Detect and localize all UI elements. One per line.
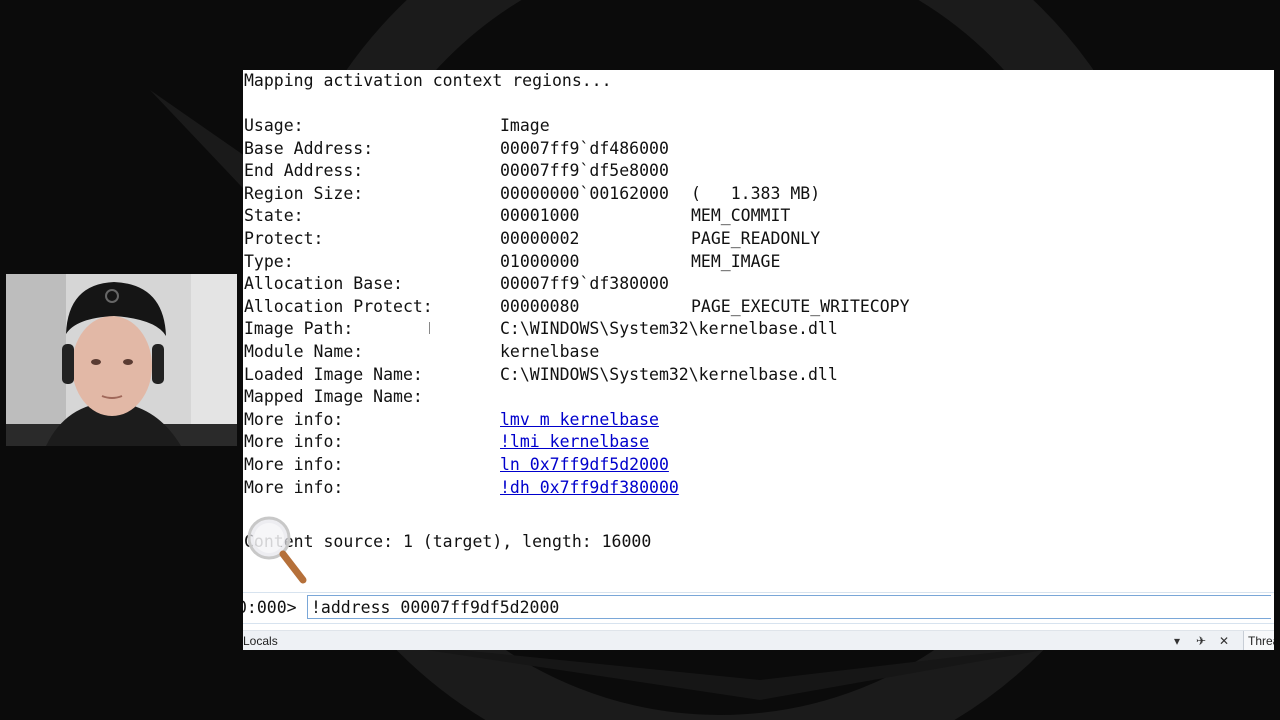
debugger-command-window: Mapping activation context regions... Us… xyxy=(243,70,1274,650)
text-cursor-icon xyxy=(429,322,432,334)
row-value: 00007ff9`df486000 xyxy=(500,138,669,158)
row-label: Allocation Protect: xyxy=(244,296,433,316)
magnifier-icon xyxy=(247,516,307,584)
row-value: 00001000 xyxy=(500,206,580,226)
tab-locals[interactable]: Locals xyxy=(243,634,278,648)
pin-icon[interactable]: ✈ xyxy=(1193,633,1209,649)
command-bar: 0:000> xyxy=(243,592,1274,624)
output-header: Mapping activation context regions... xyxy=(244,71,612,90)
row-value: 00000000`00162000 xyxy=(500,183,669,203)
row-label: Base Address: xyxy=(244,138,374,158)
more-info-link[interactable]: lmv m kernelbase xyxy=(500,410,659,429)
row-value: C:\WINDOWS\System32\kernelbase.dll xyxy=(500,319,838,339)
bottom-tab-bar: Locals ▾ ✈ ✕ Threa xyxy=(243,630,1274,650)
more-info-link[interactable]: ln 0x7ff9df5d2000 xyxy=(500,455,669,474)
row-value: C:\WINDOWS\System32\kernelbase.dll xyxy=(500,364,838,384)
webcam-overlay xyxy=(6,274,237,446)
row-extra: MEM_IMAGE xyxy=(691,251,781,271)
row-extra: PAGE_EXECUTE_WRITECOPY xyxy=(691,296,910,316)
row-label: Loaded Image Name: xyxy=(244,364,423,384)
row-value: 01000000 xyxy=(500,251,580,271)
row-value: kernelbase xyxy=(500,342,600,361)
row-label: Type: xyxy=(244,251,294,271)
row-value: Image xyxy=(500,116,550,135)
row-extra: MEM_COMMIT xyxy=(691,206,791,226)
chevron-down-icon[interactable]: ▾ xyxy=(1169,633,1185,649)
row-value: 00000080 xyxy=(500,296,580,316)
more-info-label: More info: xyxy=(244,409,344,429)
more-info-link[interactable]: !lmi kernelbase xyxy=(500,432,649,451)
close-icon[interactable]: ✕ xyxy=(1216,633,1232,649)
more-info-link[interactable]: !dh 0x7ff9df380000 xyxy=(500,478,679,497)
more-info-label: More info: xyxy=(244,477,344,497)
row-label: Allocation Base: xyxy=(244,274,403,294)
row-value: 00000002 xyxy=(500,229,580,248)
command-output: Mapping activation context regions... Us… xyxy=(244,70,1272,590)
row-label: Usage: xyxy=(244,116,304,135)
more-info-label: More info: xyxy=(244,432,344,452)
more-info-label: More info: xyxy=(244,455,344,474)
command-input[interactable] xyxy=(307,595,1271,619)
webcam-image xyxy=(6,274,237,446)
row-label: Module Name: xyxy=(244,342,364,361)
row-label: State: xyxy=(244,206,304,226)
row-label: Image Path: xyxy=(244,319,354,339)
row-extra: ( 1.383 MB) xyxy=(691,183,821,203)
row-value: 00007ff9`df380000 xyxy=(500,274,669,294)
row-label: Protect: xyxy=(244,229,324,248)
tab-threads[interactable]: Threa xyxy=(1243,631,1274,650)
row-label: Mapped Image Name: xyxy=(244,387,423,407)
row-label: End Address: xyxy=(244,161,364,181)
row-extra: PAGE_READONLY xyxy=(691,229,821,248)
row-label: Region Size: xyxy=(244,183,364,203)
row-value: 00007ff9`df5e8000 xyxy=(500,161,669,181)
command-prompt: 0:000> xyxy=(243,598,297,617)
